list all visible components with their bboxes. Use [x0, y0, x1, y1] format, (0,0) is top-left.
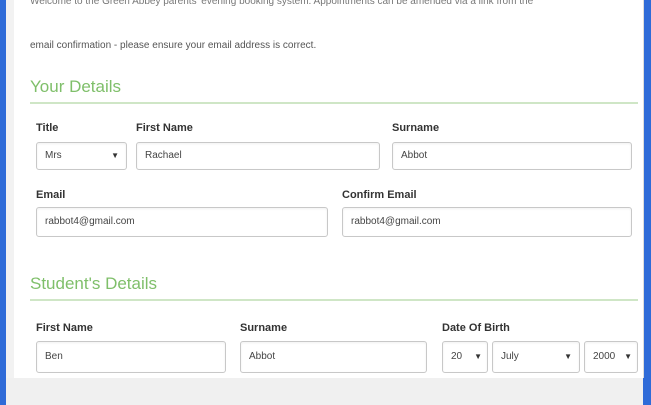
title-select-value: Mrs [45, 150, 62, 161]
window-frame-right [643, 0, 651, 405]
student-surname-input[interactable]: Abbot [240, 341, 427, 373]
email-input[interactable]: rabbot4@gmail.com [36, 207, 328, 237]
title-label: Title [36, 122, 59, 134]
surname-label: Surname [392, 122, 440, 134]
intro-line-1: Welcome to the Green Abbey parents' even… [30, 0, 534, 7]
student-surname-value: Abbot [249, 351, 276, 362]
page-bottom-background [6, 378, 643, 405]
booking-form-panel: Welcome to the Green Abbey parents' even… [14, 0, 644, 378]
students-details-divider [30, 299, 638, 301]
students-details-heading: Student's Details [30, 274, 158, 293]
caret-down-icon: ▼ [564, 352, 572, 361]
title-select[interactable]: Mrs ▼ [36, 142, 127, 170]
confirm-email-value: rabbot4@gmail.com [351, 216, 441, 227]
email-label: Email [36, 189, 66, 201]
first-name-input[interactable]: Rachael [136, 142, 380, 170]
dob-label: Date Of Birth [442, 322, 510, 334]
dob-day-select[interactable]: 20 ▼ [442, 341, 488, 373]
student-surname-label: Surname [240, 322, 288, 334]
surname-input[interactable]: Abbot [392, 142, 632, 170]
student-first-name-input[interactable]: Ben [36, 341, 226, 373]
caret-down-icon: ▼ [624, 352, 632, 361]
confirm-email-input[interactable]: rabbot4@gmail.com [342, 207, 632, 237]
caret-down-icon: ▼ [111, 151, 119, 160]
surname-value: Abbot [401, 150, 428, 161]
dob-year-value: 2000 [593, 351, 616, 362]
your-details-divider [30, 102, 638, 104]
dob-month-value: July [501, 351, 519, 362]
first-name-label: First Name [136, 122, 193, 134]
caret-down-icon: ▼ [474, 352, 482, 361]
confirm-email-label: Confirm Email [342, 189, 417, 201]
dob-month-select[interactable]: July ▼ [492, 341, 580, 373]
email-value: rabbot4@gmail.com [45, 216, 135, 227]
first-name-value: Rachael [145, 150, 182, 161]
intro-line-2: email confirmation - please ensure your … [30, 40, 317, 51]
window-frame-left [0, 0, 6, 405]
your-details-heading: Your Details [30, 77, 122, 96]
dob-year-select[interactable]: 2000 ▼ [584, 341, 638, 373]
student-first-name-label: First Name [36, 322, 93, 334]
student-first-name-value: Ben [45, 351, 63, 362]
dob-day-value: 20 [451, 351, 463, 362]
